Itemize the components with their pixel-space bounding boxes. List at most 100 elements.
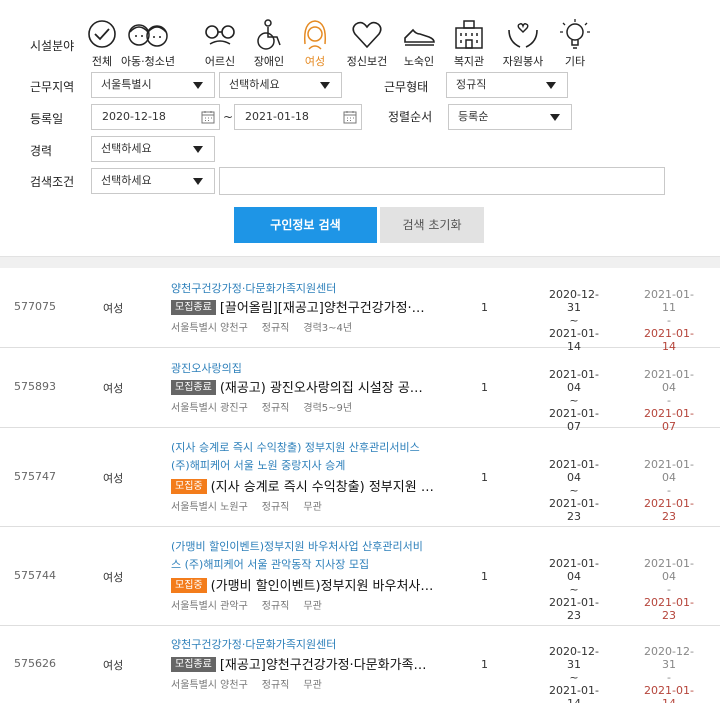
- category-label-homeless: 노숙인: [403, 55, 435, 68]
- listing-count: 1: [481, 381, 488, 394]
- region-label: 근무지역: [30, 80, 75, 94]
- chevron-down-icon: [193, 82, 203, 89]
- listing-id: 577075: [14, 300, 56, 313]
- dates-separator: -: [667, 484, 671, 497]
- condition-select[interactable]: 선택하세요: [91, 168, 215, 194]
- category-label-volunteer: 자원봉사: [502, 55, 544, 68]
- region-select[interactable]: 서울특별시: [91, 72, 215, 98]
- category-children-youth[interactable]: 아동·청소년: [118, 18, 178, 69]
- listing-dates: 2021-01-11 - 2021-01-14: [638, 288, 700, 353]
- category-homeless[interactable]: 노숙인: [395, 18, 443, 69]
- elderly-icon: [205, 25, 235, 45]
- category-label-welfare-center: 복지관: [453, 55, 485, 68]
- listing-location: 서울특별시 노원구: [171, 502, 248, 513]
- category-welfare-center[interactable]: 복지관: [445, 18, 493, 69]
- listing-count: 1: [481, 658, 488, 671]
- deadline-date: 2021-01-23: [644, 497, 694, 523]
- period-start: 2021-01-04: [549, 368, 599, 394]
- search-button[interactable]: 구인정보 검색: [234, 207, 377, 243]
- reset-button[interactable]: 검색 초기화: [380, 207, 484, 243]
- listing-org[interactable]: 양천구건강가정·다문화가족지원센터: [171, 636, 441, 654]
- listing-title-line[interactable]: 모집중 (지사 승계로 즉시 수익창출) 정부지원 …: [171, 476, 434, 495]
- category-volunteer[interactable]: 자원봉사: [497, 18, 549, 69]
- listing-period: 2021-01-04 ~ 2021-01-07: [543, 368, 605, 433]
- listing-id: 575747: [14, 470, 56, 483]
- period-end: 2021-01-23: [549, 596, 599, 622]
- category-other[interactable]: 기타: [551, 18, 599, 69]
- category-elderly[interactable]: 어르신: [196, 18, 244, 69]
- listing-target: 여성: [103, 302, 124, 315]
- list-item[interactable]: 575747 여성 (지사 승계로 즉시 수익창출) 정부지원 산후관리서비스 …: [0, 428, 720, 527]
- period-separator: ~: [569, 583, 579, 596]
- keyword-input[interactable]: [219, 167, 665, 195]
- shoe-icon: [404, 28, 435, 46]
- listing-type: 정규직: [261, 502, 290, 513]
- category-mental-health[interactable]: 정신보건: [341, 18, 393, 69]
- calendar-icon[interactable]: [201, 110, 215, 124]
- period-start: 2021-01-04: [549, 557, 599, 583]
- period-start: 2020-12-31: [549, 288, 599, 314]
- category-label-mental-health: 정신보건: [346, 55, 388, 68]
- listing-location: 서울특별시 양천구: [171, 680, 248, 691]
- status-badge: 모집종료: [171, 300, 216, 315]
- heart-icon: [352, 21, 382, 49]
- period-separator: ~: [569, 671, 579, 684]
- listing-period: 2020-12-31 ~ 2021-01-14: [543, 288, 605, 353]
- listing-dates: 2021-01-04 - 2021-01-07: [638, 368, 700, 433]
- listing-meta: 서울특별시 양천구 정규직 무관: [171, 676, 336, 691]
- district-select[interactable]: 선택하세요: [219, 72, 342, 98]
- listing-type: 정규직: [261, 601, 290, 612]
- career-select[interactable]: 선택하세요: [91, 136, 215, 162]
- category-disabled[interactable]: 장애인: [245, 18, 293, 69]
- listing-title-line[interactable]: 모집중 (가맹비 할인이벤트)정부지원 바우처사…: [171, 575, 433, 594]
- date-from-input[interactable]: 2020-12-18: [91, 104, 220, 130]
- search-panel: 시설분야 전체 아동·청소년 어르신 장애인 여성 정신보건 노숙인 복지관 자…: [0, 0, 720, 257]
- listing-title: [끌어올림][재공고]양천구건강가정·…: [219, 301, 425, 316]
- listing-title-line[interactable]: 모집종료 [재공고]양천구건강가정·다문화가족…: [171, 654, 427, 673]
- listing-period: 2021-01-04 ~ 2021-01-23: [543, 557, 605, 622]
- condition-label: 검색조건: [30, 175, 75, 189]
- date-to-value: 2021-01-18: [245, 110, 309, 123]
- category-label-other: 기타: [564, 55, 586, 68]
- category-women[interactable]: 여성: [291, 18, 339, 69]
- listing-meta: 서울특별시 양천구 정규직 경력3~4년: [171, 319, 366, 334]
- category-label-disabled: 장애인: [253, 55, 285, 68]
- listing-title-line[interactable]: 모집종료 [끌어올림][재공고]양천구건강가정·…: [171, 297, 425, 316]
- category-label-elderly: 어르신: [204, 55, 236, 68]
- listing-career: 경력5~9년: [303, 403, 353, 414]
- volunteer-hands-icon: [508, 23, 538, 48]
- list-item[interactable]: 577075 여성 양천구건강가정·다문화가족지원센터 모집종료 [끌어올림][재…: [0, 268, 720, 353]
- list-item[interactable]: 575626 여성 양천구건강가정·다문화가족지원센터 모집종료 [재공고]양천구…: [0, 626, 720, 703]
- chevron-down-icon: [193, 146, 203, 153]
- list-item[interactable]: 575744 여성 (가맹비 할인이벤트)정부지원 바우처사업 산후관리서비 스…: [0, 527, 720, 626]
- employment-select-value: 정규직: [456, 78, 487, 91]
- listing-type: 정규직: [261, 323, 290, 334]
- listing-count: 1: [481, 570, 488, 583]
- listing-title: (가맹비 할인이벤트)정부지원 바우처사…: [210, 579, 434, 594]
- listing-target: 여성: [103, 472, 124, 485]
- employment-select[interactable]: 정규직: [446, 72, 568, 98]
- listing-org-line: 양천구건강가정·다문화가족지원센터: [171, 282, 337, 295]
- listing-count: 1: [481, 301, 488, 314]
- listing-org[interactable]: (가맹비 할인이벤트)정부지원 바우처사업 산후관리서비 스 (주)해피케어 서…: [171, 538, 441, 574]
- listing-org[interactable]: (지사 승계로 즉시 수익창출) 정부지원 산후관리서비스 (주)해피케어 서울…: [171, 439, 441, 475]
- calendar-icon[interactable]: [343, 110, 357, 124]
- sort-select[interactable]: 등록순: [448, 104, 572, 130]
- lightbulb-icon: [560, 19, 590, 49]
- listing-org[interactable]: 광진오사랑의집: [171, 360, 441, 378]
- sort-select-value: 등록순: [458, 110, 489, 123]
- listing-target: 여성: [103, 659, 124, 672]
- date-to-input[interactable]: 2021-01-18: [234, 104, 362, 130]
- registration-date: 2021-01-04: [644, 557, 694, 583]
- period-separator: ~: [569, 394, 579, 407]
- listing-count: 1: [481, 471, 488, 484]
- listing-title-line[interactable]: 모집종료 (재공고) 광진오사랑의집 시설장 공…: [171, 377, 423, 396]
- period-end: 2021-01-14: [549, 684, 599, 703]
- chevron-down-icon: [546, 82, 556, 89]
- listing-type: 정규직: [261, 403, 290, 414]
- listing-org[interactable]: 양천구건강가정·다문화가족지원센터: [171, 280, 441, 298]
- registration-date: 2021-01-04: [644, 458, 694, 484]
- list-item[interactable]: 575893 여성 광진오사랑의집 모집종료 (재공고) 광진오사랑의집 시설장 …: [0, 348, 720, 433]
- listing-meta: 서울특별시 관악구 정규직 무관: [171, 597, 336, 612]
- chevron-down-icon: [550, 114, 560, 121]
